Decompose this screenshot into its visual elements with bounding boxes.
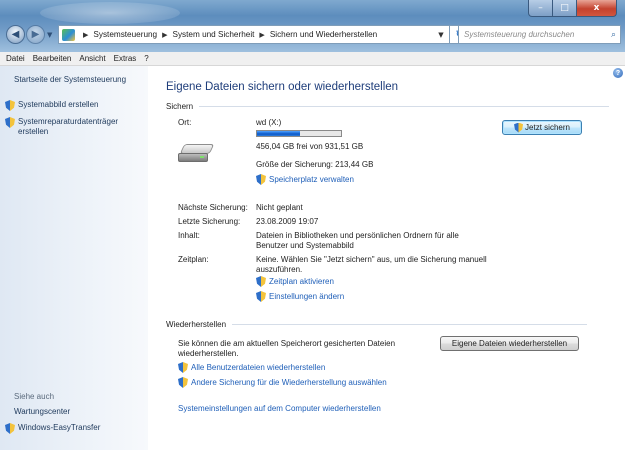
- back-button[interactable]: ◀: [6, 25, 25, 44]
- last-backup-value: 23.08.2009 19:07: [256, 217, 319, 226]
- restore-description-line: Sie können die am aktuellen Speicherort …: [178, 339, 396, 348]
- sidebar-item-label-line: erstellen: [18, 127, 49, 136]
- menu-item-bearbeiten[interactable]: Bearbeiten: [29, 54, 76, 63]
- drive-usage-bar: [256, 130, 342, 137]
- sidebar-item-repair-disc[interactable]: Systemreparaturdatenträger erstellen: [5, 117, 118, 137]
- uac-shield-icon: [256, 276, 266, 287]
- forward-arrow-icon: ▶: [31, 29, 40, 40]
- sidebar-item-system-image[interactable]: Systemabbild erstellen: [5, 100, 98, 111]
- next-backup-label: Nächste Sicherung:: [178, 203, 248, 212]
- schedule-line: auszuführen.: [256, 265, 303, 274]
- manage-space-link[interactable]: Speicherplatz verwalten: [256, 174, 354, 185]
- uac-shield-icon: [256, 291, 266, 302]
- address-dropdown-icon[interactable]: ▼: [433, 26, 449, 43]
- restore-all-users-label: Alle Benutzerdateien wiederherstellen: [191, 363, 326, 372]
- enable-schedule-link[interactable]: Zeitplan aktivieren: [256, 276, 334, 287]
- section-divider: [232, 324, 588, 325]
- contents-line: Dateien in Bibliotheken und persönlichen…: [256, 231, 459, 240]
- page-title: Eigene Dateien sichern oder wiederherste…: [166, 81, 399, 93]
- drive-usage-fill: [257, 131, 300, 136]
- breadcrumb-chevron-icon[interactable]: ▶: [162, 31, 167, 39]
- uac-shield-icon: [178, 377, 188, 388]
- menu-item-extras[interactable]: Extras: [110, 54, 141, 63]
- search-placeholder: Systemsteuerung durchsuchen: [464, 30, 575, 39]
- menu-bar: Datei Bearbeiten Ansicht Extras ?: [0, 52, 625, 66]
- restore-section-heading: Wiederherstellen: [166, 320, 588, 329]
- change-settings-link[interactable]: Einstellungen ändern: [256, 291, 344, 302]
- uac-shield-icon: [178, 362, 188, 373]
- control-panel-icon: [62, 28, 75, 41]
- restore-description: Sie können die am aktuellen Speicherort …: [178, 339, 395, 359]
- restore-heading-label: Wiederherstellen: [166, 320, 227, 329]
- address-bar[interactable]: ▶ Systemsteuerung ▶ System und Sicherhei…: [58, 25, 450, 44]
- maximize-button[interactable]: □: [553, 0, 577, 17]
- backup-size: Größe der Sicherung: 213,44 GB: [256, 160, 374, 169]
- schedule-value: Keine. Wählen Sie "Jetzt sichern" aus, u…: [256, 255, 487, 275]
- minimize-button[interactable]: –: [528, 0, 553, 17]
- sidebar-item-action-center[interactable]: Wartungscenter: [14, 407, 70, 417]
- next-backup-value: Nicht geplant: [256, 203, 303, 212]
- backup-now-label: Jetzt sichern: [525, 123, 570, 132]
- see-also-heading: Siehe auch: [14, 392, 55, 401]
- breadcrumb-chevron-icon[interactable]: ▶: [83, 31, 88, 39]
- restore-files-button[interactable]: Eigene Dateien wiederherstellen: [440, 336, 579, 351]
- back-arrow-icon: ◀: [11, 29, 20, 40]
- select-other-backup-label: Andere Sicherung für die Wiederherstellu…: [191, 378, 387, 387]
- menu-item-datei[interactable]: Datei: [2, 54, 29, 63]
- backup-now-button[interactable]: Jetzt sichern: [502, 120, 582, 135]
- location-label: Ort:: [178, 118, 192, 127]
- main-content: Eigene Dateien sichern oder wiederherste…: [148, 66, 625, 450]
- contents-line: Benutzer und Systemabbild: [256, 241, 354, 250]
- uac-shield-icon: [5, 117, 15, 128]
- breadcrumb-item[interactable]: Sichern und Wiederherstellen: [270, 30, 377, 39]
- manage-space-label: Speicherplatz verwalten: [269, 175, 354, 184]
- window-controls: – □ x: [528, 0, 617, 17]
- restore-all-users-link[interactable]: Alle Benutzerdateien wiederherstellen: [178, 362, 325, 373]
- drive-name: wd (X:): [256, 118, 282, 127]
- menu-item-ansicht[interactable]: Ansicht: [75, 54, 109, 63]
- close-button[interactable]: x: [577, 0, 617, 17]
- section-divider: [199, 106, 610, 107]
- sidebar-item-label-line: Systemreparaturdatenträger: [18, 117, 119, 126]
- backup-section-heading: Sichern: [166, 102, 610, 111]
- drive-free-space: 456,04 GB frei von 931,51 GB: [256, 142, 364, 151]
- last-backup-label: Letzte Sicherung:: [178, 217, 241, 226]
- backup-heading-label: Sichern: [166, 102, 194, 111]
- hard-drive-icon: [178, 144, 215, 162]
- recent-pages-dropdown-icon[interactable]: ▼: [47, 31, 52, 39]
- recover-system-settings-link[interactable]: Systemeinstellungen auf dem Computer wie…: [178, 404, 381, 413]
- breadcrumb-item[interactable]: Systemsteuerung: [93, 30, 157, 39]
- sidebar-home-link[interactable]: Startseite der Systemsteuerung: [14, 75, 126, 85]
- search-input[interactable]: Systemsteuerung durchsuchen ⌕: [458, 25, 621, 44]
- uac-shield-icon: [256, 174, 266, 185]
- uac-shield-icon: [514, 122, 524, 133]
- sidebar-item-easy-transfer[interactable]: Windows-EasyTransfer: [5, 423, 100, 434]
- contents-value: Dateien in Bibliotheken und persönlichen…: [256, 231, 459, 251]
- search-icon[interactable]: ⌕: [611, 30, 616, 40]
- forward-button[interactable]: ▶: [26, 25, 45, 44]
- sidebar-item-label: Windows-EasyTransfer: [18, 423, 101, 432]
- breadcrumb-chevron-icon[interactable]: ▶: [259, 31, 264, 39]
- breadcrumb-item[interactable]: System und Sicherheit: [173, 30, 255, 39]
- uac-shield-icon: [5, 100, 15, 111]
- easy-transfer-icon: [5, 423, 15, 434]
- menu-item-help[interactable]: ?: [140, 54, 152, 63]
- select-other-backup-link[interactable]: Andere Sicherung für die Wiederherstellu…: [178, 377, 387, 388]
- change-settings-label: Einstellungen ändern: [269, 292, 345, 301]
- sidebar-item-label: Systemabbild erstellen: [18, 100, 99, 109]
- sidebar: Startseite der Systemsteuerung Systemabb…: [0, 66, 148, 450]
- contents-label: Inhalt:: [178, 231, 200, 240]
- enable-schedule-label: Zeitplan aktivieren: [269, 277, 334, 286]
- schedule-line: Keine. Wählen Sie "Jetzt sichern" aus, u…: [256, 255, 487, 264]
- sidebar-item-label: Systemreparaturdatenträger erstellen: [18, 117, 118, 137]
- drive-led: [200, 156, 204, 158]
- title-glow: [40, 2, 180, 24]
- restore-description-line: wiederherstellen.: [178, 349, 239, 358]
- schedule-label: Zeitplan:: [178, 255, 209, 264]
- navigation-buttons: ◀ ▶ ▼: [6, 25, 52, 44]
